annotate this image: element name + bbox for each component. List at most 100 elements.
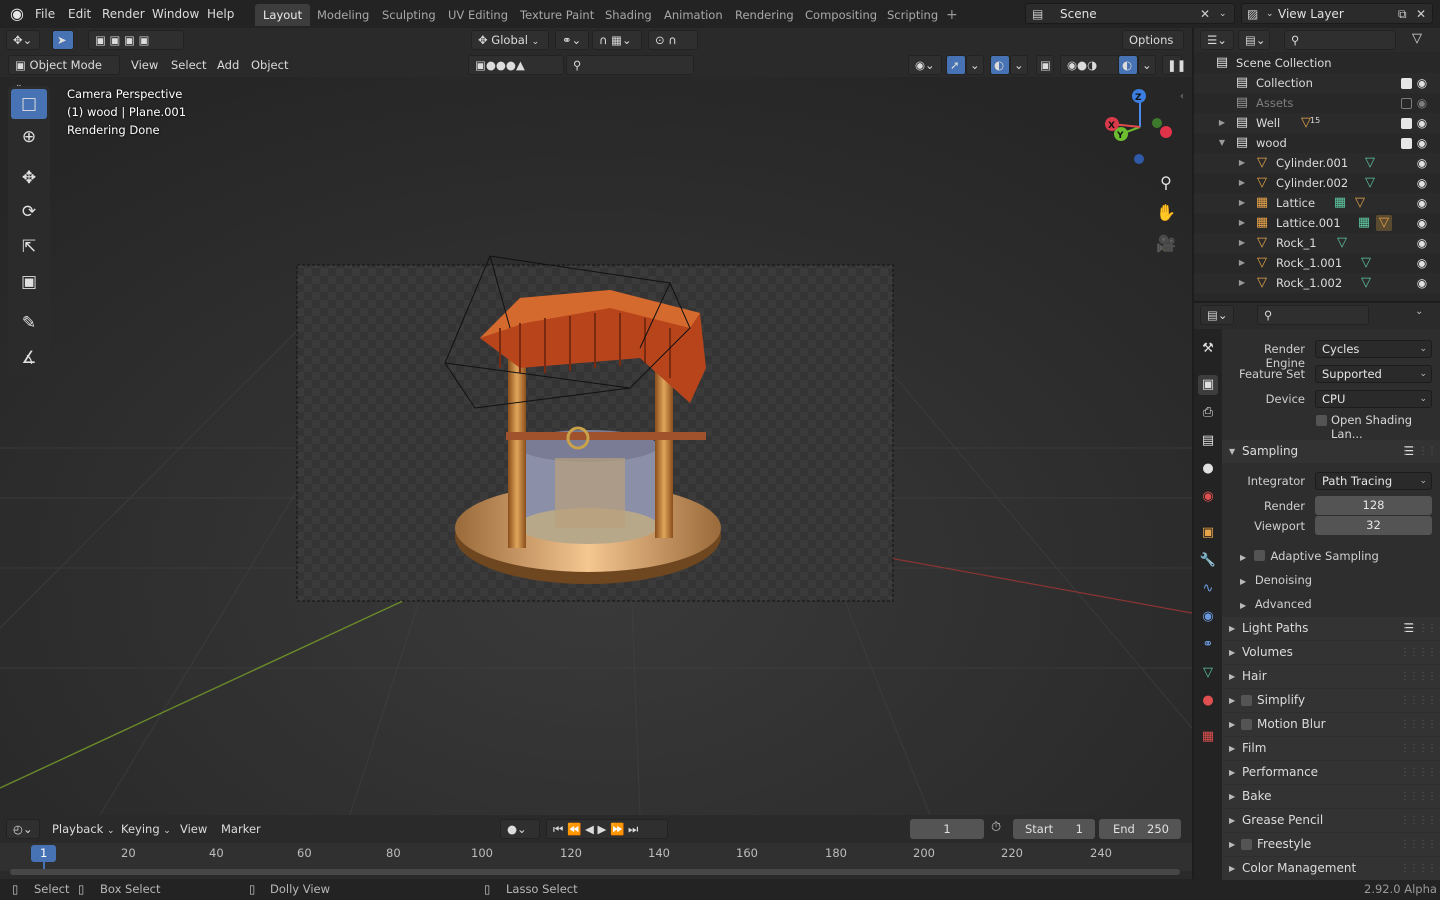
editor-type-button[interactable]: ✥⌄ [6, 30, 40, 50]
auto-keying-toggle[interactable]: ●⌄ [500, 819, 540, 839]
data-tab-icon[interactable]: ▽ [1198, 663, 1218, 683]
expand-arrow-icon[interactable]: ▶ [1234, 255, 1250, 271]
transform-orientation-dropdown[interactable]: ✥ Global ⌄ [471, 30, 549, 50]
drag-handle-icon[interactable]: ⋮⋮⋮⋮ [1400, 809, 1437, 832]
menu-render[interactable]: Render [102, 5, 145, 23]
outliner-row-wood[interactable]: ▼ ▤ wood ◉ [1194, 133, 1440, 153]
simplify-panel-header[interactable]: ▶ Simplify ⋮⋮⋮⋮ [1222, 689, 1440, 712]
eye-icon[interactable]: ◉ [1414, 253, 1430, 273]
exclude-checkbox[interactable] [1401, 98, 1412, 109]
drag-handle-icon[interactable]: ⋮⋮⋮⋮ [1400, 785, 1437, 808]
light-paths-panel-header[interactable]: ▶ Light Paths ☰ ⋮⋮⋮⋮ [1222, 617, 1440, 640]
rendered-shading-button[interactable]: ◐ [1118, 55, 1138, 75]
eye-icon[interactable]: ◉ [1414, 153, 1430, 173]
drag-handle-icon[interactable]: ⋮⋮⋮⋮ [1400, 857, 1437, 880]
expand-arrow-icon[interactable]: ▶ [1234, 275, 1250, 291]
advanced-subpanel[interactable]: ▶ Advanced [1240, 594, 1312, 614]
scene-selector[interactable]: ▤ Scene ✕ ⌄ [1025, 3, 1235, 24]
eye-icon[interactable]: ◉ [1414, 233, 1430, 253]
simplify-checkbox[interactable] [1241, 695, 1252, 706]
hair-panel-header[interactable]: ▶ Hair ⋮⋮⋮⋮ [1222, 665, 1440, 688]
chevron-down-icon[interactable]: ⌄ [1415, 306, 1423, 317]
tab-sculpting[interactable]: Sculpting [374, 4, 444, 26]
sampling-panel-header[interactable]: ▼ Sampling ☰ ⋮⋮⋮⋮ [1222, 440, 1440, 463]
stopwatch-icon[interactable]: ⏱ [991, 820, 1001, 835]
freestyle-checkbox[interactable] [1241, 839, 1252, 850]
menu-marker[interactable]: Marker [221, 821, 261, 837]
drag-handle-icon[interactable]: ⋮⋮⋮⋮ [1400, 737, 1437, 760]
close-icon[interactable]: ✕ [1200, 6, 1210, 22]
menu-file[interactable]: File [35, 5, 55, 23]
adaptive-sampling-checkbox[interactable] [1253, 550, 1265, 561]
eye-icon[interactable]: ◉ [1414, 213, 1430, 233]
drag-handle-icon[interactable]: ⋮⋮⋮⋮ [1400, 617, 1437, 640]
drag-handle-icon[interactable]: ⋮⋮⋮⋮ [1400, 641, 1437, 664]
world-tab-icon[interactable]: ◉ [1198, 487, 1218, 507]
drag-handle-icon[interactable]: ⋮⋮⋮⋮ [1400, 440, 1437, 463]
start-frame-field[interactable]: Start 1 [1013, 819, 1095, 839]
eye-icon[interactable]: ◉ [1414, 93, 1430, 113]
expand-arrow-icon[interactable]: ▶ [1234, 175, 1250, 191]
output-tab-icon[interactable]: ⎙ [1198, 403, 1218, 423]
outliner-editor-type-button[interactable]: ☰⌄ [1200, 30, 1234, 50]
menu-window[interactable]: Window [152, 5, 199, 23]
physics-tab-icon[interactable]: ◉ [1198, 607, 1218, 627]
outliner-row-well[interactable]: ▶ ▤ Well ▽ 15 ◉ [1194, 113, 1440, 133]
drag-handle-icon[interactable]: ⋮⋮⋮⋮ [1400, 665, 1437, 688]
transform-tool[interactable]: ▣ [11, 267, 47, 297]
integrator-dropdown[interactable]: Path Tracing ⌄ [1315, 472, 1432, 490]
object-tab-icon[interactable]: ▣ [1198, 523, 1218, 543]
scene-tab-icon[interactable]: ● [1198, 459, 1218, 479]
outliner-search-input[interactable]: ⚲ [1284, 30, 1396, 50]
view-layer-selector[interactable]: ▨ ⌄ View Layer ⧉ ✕ [1241, 3, 1433, 24]
viewport-search-input[interactable]: ⚲ [566, 55, 694, 75]
eye-icon[interactable]: ◉ [1414, 113, 1430, 133]
options-dropdown[interactable]: Options ⌄ [1122, 30, 1184, 65]
menu-add[interactable]: Add [217, 57, 239, 73]
zoom-icon[interactable]: ⚲ [1154, 171, 1178, 195]
outliner-row-assets[interactable]: ▤ Assets ◉ [1194, 93, 1440, 113]
material-tab-icon[interactable]: ● [1198, 691, 1218, 711]
menu-object[interactable]: Object [251, 57, 288, 73]
rotate-tool[interactable]: ⟳ [11, 197, 47, 227]
outliner-row-cylinder-002[interactable]: ▶ ▽ Cylinder.002 ▽ ◉ [1194, 173, 1440, 193]
end-frame-field[interactable]: End 250 [1099, 819, 1181, 839]
expand-arrow-icon[interactable]: ▶ [1234, 215, 1250, 231]
timeline-scrollbar[interactable] [10, 869, 1180, 875]
viewport-samples-field[interactable]: 32 [1315, 516, 1432, 535]
modifier-tab-icon[interactable]: 🔧 [1198, 551, 1218, 571]
grease-pencil-panel-header[interactable]: ▶ Grease Pencil ⋮⋮⋮⋮ [1222, 809, 1440, 832]
expand-arrow-icon[interactable]: ▶ [1234, 195, 1250, 211]
menu-keying[interactable]: Keying ⌄ [121, 821, 171, 839]
chevron-down-icon[interactable]: ⌄ [1219, 6, 1227, 22]
eye-icon[interactable]: ◉ [1414, 193, 1430, 213]
pivot-point-dropdown[interactable]: ⚭⌄ [555, 30, 589, 50]
outliner-row-rock-1-001[interactable]: ▶ ▽ Rock_1.001 ▽ ◉ [1194, 253, 1440, 273]
sidebar-toggle-icon[interactable]: ‹ [1180, 91, 1184, 102]
constraints-tab-icon[interactable]: ⚭ [1198, 635, 1218, 655]
tab-layout[interactable]: Layout [255, 4, 311, 26]
tab-shading[interactable]: Shading [597, 4, 660, 26]
drag-handle-icon[interactable]: ⋮⋮⋮⋮ [1400, 761, 1437, 784]
eye-icon[interactable]: ◉ [1414, 73, 1430, 93]
color-management-panel-header[interactable]: ▶ Color Management ⋮⋮⋮⋮ [1222, 857, 1440, 880]
snap-toggle[interactable]: ∩ ▦⌄ [592, 30, 642, 50]
outliner-row-rock-1[interactable]: ▶ ▽ Rock_1 ▽ ◉ [1194, 233, 1440, 253]
outliner-row-cylinder-001[interactable]: ▶ ▽ Cylinder.001 ▽ ◉ [1194, 153, 1440, 173]
tab-animation[interactable]: Animation [656, 4, 731, 26]
device-dropdown[interactable]: CPU ⌄ [1315, 390, 1432, 408]
select-tool-button[interactable]: ➤ [52, 30, 74, 50]
shading-mode-buttons[interactable]: ◉●◑ [1060, 55, 1120, 75]
exclude-checkbox[interactable] [1401, 118, 1412, 129]
shading-dropdown[interactable]: ⌄ [1138, 55, 1156, 75]
menu-edit[interactable]: Edit [68, 5, 91, 23]
expand-arrow-icon[interactable]: ▶ [1214, 115, 1230, 131]
menu-view[interactable]: View [131, 57, 158, 73]
blender-logo-icon[interactable]: ◉ [8, 5, 26, 23]
menu-select[interactable]: Select [171, 57, 206, 73]
menu-timeline-view[interactable]: View [180, 821, 207, 837]
annotate-tool[interactable]: ✎ [11, 308, 47, 338]
tab-scripting[interactable]: Scripting [879, 4, 946, 26]
select-box-tool[interactable]: □ [11, 89, 47, 119]
expand-arrow-icon[interactable]: ▶ [1234, 155, 1250, 171]
